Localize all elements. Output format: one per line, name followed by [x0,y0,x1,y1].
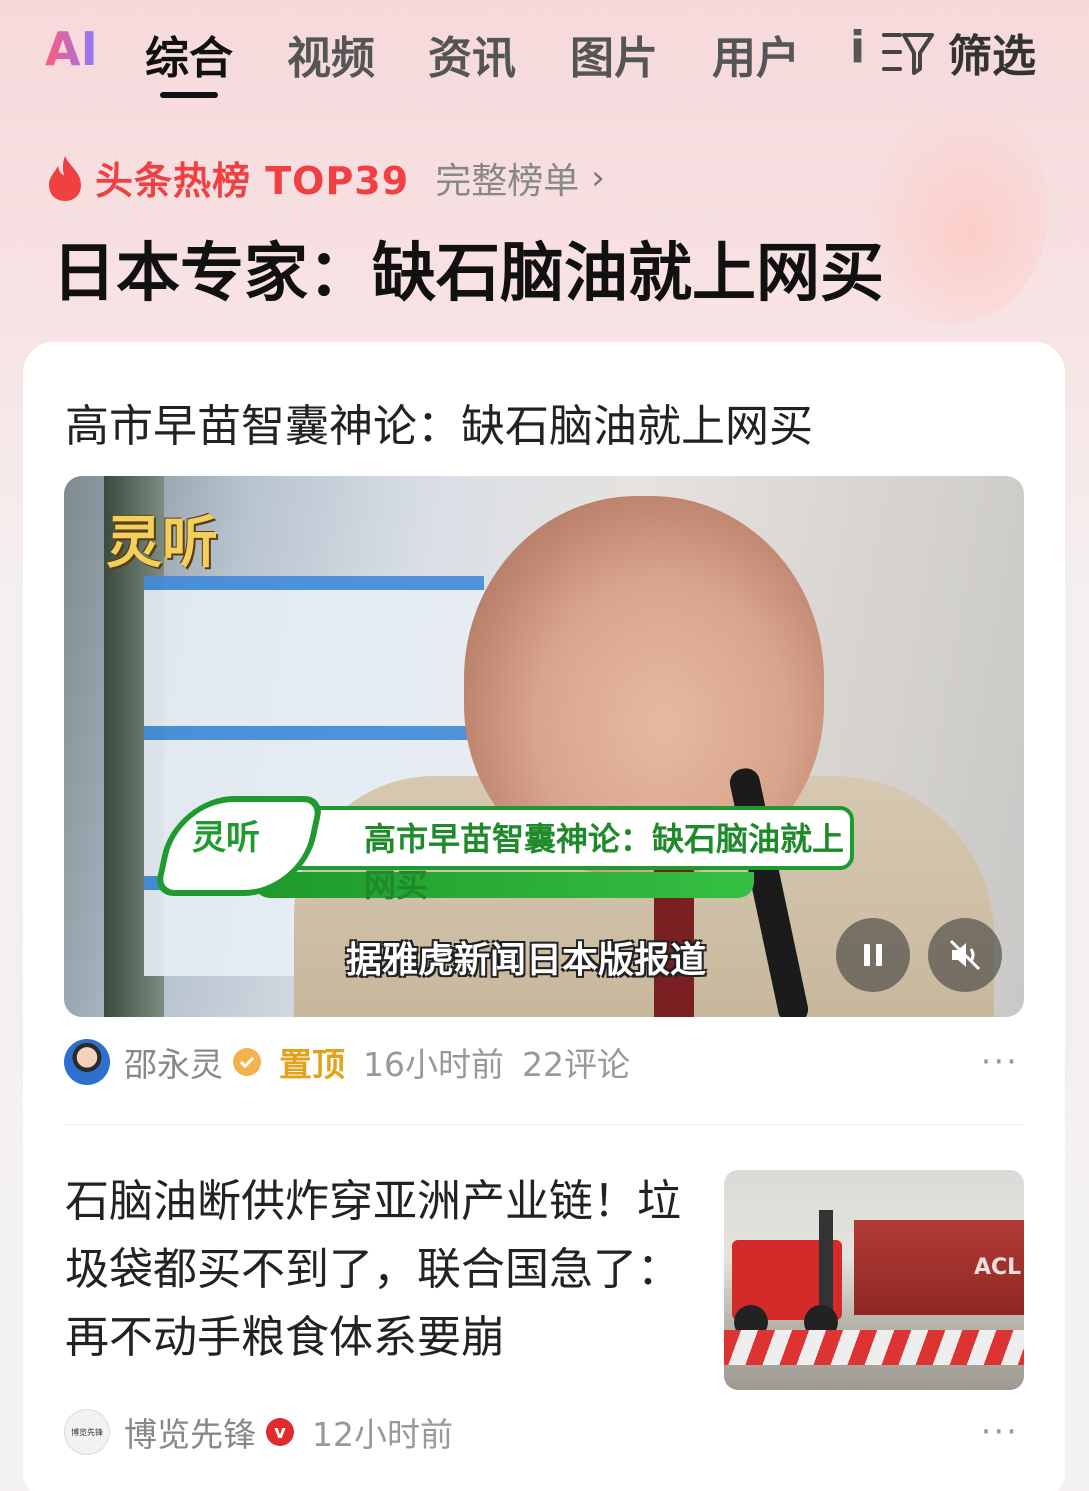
author-name[interactable]: 博览先锋 [124,1408,256,1456]
pause-button[interactable] [836,918,910,992]
hot-headline[interactable]: 日本专家：缺石脑油就上网买 [52,222,884,314]
tab-clipped[interactable]: i [850,22,864,73]
video-subtitle: 据雅虎新闻日本版报道 [346,940,707,981]
active-tab-indicator [160,92,218,98]
search-tab-bar: AI 综合 视频 资讯 图片 用户 i 筛选 [0,0,1089,110]
comment-count[interactable]: 22评论 [522,1038,630,1086]
divider [64,1124,1024,1125]
avatar[interactable]: 博览先锋 [64,1409,110,1455]
filter-icon [882,33,934,75]
author-name[interactable]: 邵永灵 [124,1038,223,1086]
post-meta: 博览先锋 博览先锋 v 12小时前 [64,1408,453,1456]
filter-label: 筛选 [948,31,1036,82]
post-thumbnail[interactable]: ACL [724,1170,1024,1390]
banner-badge-text: 灵听 [192,818,260,858]
video-caption-banner: 灵听 高市早苗智囊神论：缺石脑油就上网买 [153,796,864,904]
chevron-right-icon: › [591,157,605,198]
ai-tab[interactable]: AI [45,22,98,76]
tab-news[interactable]: 资讯 [428,22,516,86]
thumb-container-text: ACL [974,1255,1022,1280]
tab-comprehensive[interactable]: 综合 [145,22,233,86]
hot-list-header[interactable]: 头条热榜 TOP39 完整榜单 › [45,150,605,205]
verified-badge-icon: v [266,1418,294,1446]
post-title[interactable]: 高市早苗智囊神论：缺石脑油就上网买 [65,390,813,454]
more-options-icon[interactable]: ··· [981,1042,1019,1082]
full-list-link[interactable]: 完整榜单 › [435,152,605,204]
filter-button[interactable]: 筛选 [880,20,1036,84]
full-list-label: 完整榜单 [435,160,580,202]
results-card: 高市早苗智囊神论：缺石脑油就上网买 灵听 灵听 高市早苗智囊神论：缺石脑油就上网… [23,342,1065,1491]
mute-icon [949,939,981,971]
pinned-label: 置顶 [279,1045,345,1084]
tab-images[interactable]: 图片 [570,22,658,86]
post-meta: 邵永灵 置顶 16小时前 22评论 [64,1038,630,1086]
thumb-forklift-mast [819,1210,833,1320]
tab-users[interactable]: 用户 [712,22,800,86]
post-time: 12小时前 [312,1415,453,1454]
banner-text: 高市早苗智囊神论：缺石脑油就上网买 [364,820,845,904]
hot-list-title: 头条热榜 TOP39 [95,159,410,203]
flame-icon [49,155,81,201]
tab-video[interactable]: 视频 [287,22,375,86]
thumb-barrier [724,1330,1024,1365]
post-title[interactable]: 石脑油断供炸穿亚洲产业链！垃圾袋都买不到了，联合国急了：再不动手粮食体系要崩 [65,1168,685,1372]
pause-icon [864,944,882,966]
mute-button[interactable] [928,918,1002,992]
more-options-icon[interactable]: ··· [981,1412,1019,1452]
video-player[interactable]: 灵听 灵听 高市早苗智囊神论：缺石脑油就上网买 据雅虎新闻日本版报道 [64,476,1024,1017]
post-time: 16小时前 [363,1045,504,1084]
avatar[interactable] [64,1039,110,1085]
channel-logo: 灵听 [106,510,218,576]
verified-badge-icon [233,1048,261,1076]
